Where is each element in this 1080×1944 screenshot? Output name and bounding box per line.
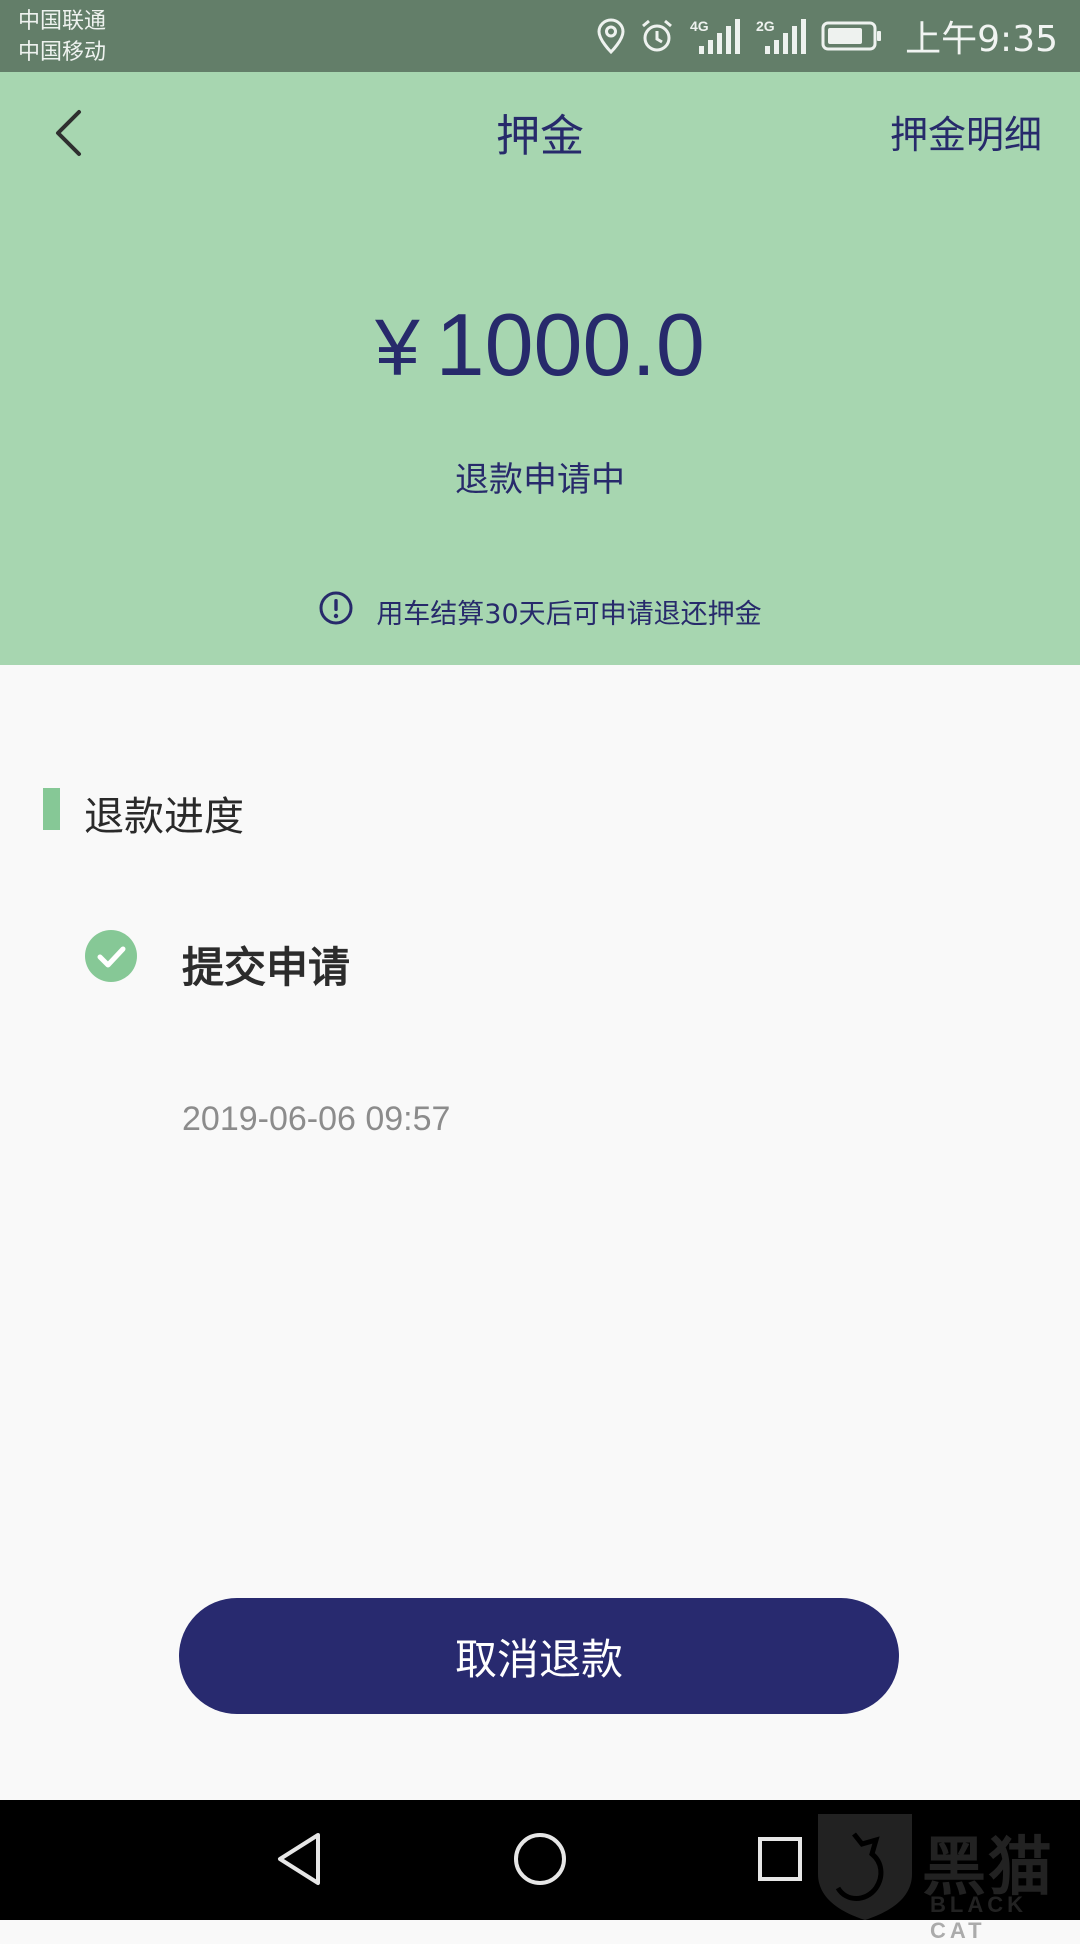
black-cat-watermark: 黑猫 BLACK CAT — [810, 1808, 1080, 1943]
location-icon — [597, 18, 625, 54]
notice-text: 用车结算30天后可申请退还押金 — [376, 599, 762, 630]
carrier-2: 中国移动 — [18, 40, 107, 65]
deposit-detail-link[interactable]: 押金明细 — [890, 104, 1042, 159]
signal-2g-icon: 2G — [755, 16, 807, 56]
cat-logo-icon — [810, 1808, 914, 1924]
section-accent-bar — [43, 788, 60, 830]
alarm-icon — [639, 18, 675, 54]
deposit-header: 押金 押金明细 ¥1000.0 退款申请中 用车结算30天后可申请退还押金 — [0, 72, 1080, 665]
square-recents-icon — [755, 1834, 805, 1888]
cancel-refund-button[interactable]: 取消退款 — [179, 1598, 899, 1714]
info-icon — [318, 590, 354, 633]
carrier-1: 中国联通 — [18, 9, 107, 34]
status-icons: 4G 2G 上午9:35 — [597, 0, 1058, 72]
nav-home-button[interactable] — [505, 1828, 575, 1894]
refund-status: 退款申请中 — [455, 460, 625, 500]
battery-icon — [821, 20, 883, 52]
status-bar: 中国联通 中国移动 4G 2G 上午9:35 — [0, 0, 1080, 72]
signal-4g-icon: 4G — [689, 16, 741, 56]
step-timestamp: 2019-06-06 09:57 — [182, 1100, 451, 1138]
amount-value: 1000.0 — [435, 295, 705, 394]
clock: 上午9:35 — [905, 19, 1058, 60]
check-circle-icon — [85, 930, 137, 982]
nav-back-button[interactable] — [264, 1828, 334, 1894]
nav-recents-button[interactable] — [745, 1828, 815, 1894]
carrier-info: 中国联通 中国移动 — [18, 6, 106, 68]
step-title: 提交申请 — [182, 943, 351, 992]
deposit-amount: ¥1000.0 — [0, 294, 1080, 396]
signal-2g-label: 2G — [756, 18, 775, 34]
section-title: 退款进度 — [84, 794, 244, 840]
notice: 用车结算30天后可申请退还押金 — [0, 590, 1080, 633]
circle-home-icon — [512, 1831, 568, 1891]
currency-symbol: ¥ — [375, 303, 420, 392]
watermark-subtext: BLACK CAT — [930, 1892, 1027, 1943]
triangle-back-icon — [274, 1831, 324, 1891]
signal-4g-label: 4G — [690, 18, 709, 34]
